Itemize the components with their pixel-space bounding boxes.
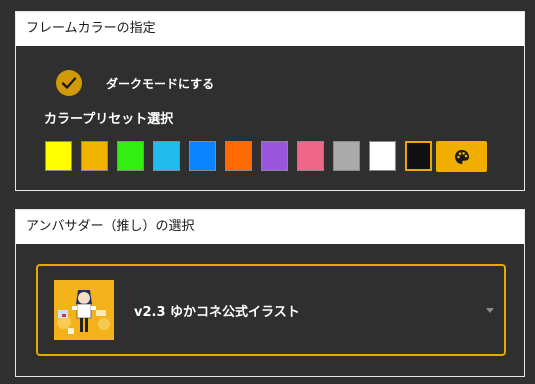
swatch-purple[interactable] <box>261 141 288 171</box>
checkmark-icon <box>61 77 77 89</box>
swatch-yellow[interactable] <box>45 141 72 171</box>
ambassador-header: アンバサダー（推し）の選択 <box>16 210 524 244</box>
frame-color-header: フレームカラーの指定 <box>16 12 524 46</box>
frame-color-panel: フレームカラーの指定 ダークモードにする カラープリセット選択 <box>15 11 525 191</box>
swatch-orange[interactable] <box>225 141 252 171</box>
swatch-amber[interactable] <box>81 141 108 171</box>
custom-color-button[interactable] <box>436 141 487 172</box>
ambassador-panel: アンバサダー（推し）の選択 v2.3 ゆかコネ公式イラスト <box>15 209 525 377</box>
dark-mode-checkbox[interactable] <box>56 70 82 96</box>
swatch-white[interactable] <box>369 141 396 171</box>
swatch-gray[interactable] <box>333 141 360 171</box>
swatch-sky-blue[interactable] <box>153 141 180 171</box>
chevron-down-icon <box>486 308 494 313</box>
dark-mode-toggle[interactable]: ダークモードにする <box>56 70 214 96</box>
ambassador-select[interactable]: v2.3 ゆかコネ公式イラスト <box>36 264 506 356</box>
palette-icon <box>454 149 469 164</box>
swatch-green[interactable] <box>117 141 144 171</box>
ambassador-selected-label: v2.3 ゆかコネ公式イラスト <box>134 305 300 320</box>
ambassador-thumbnail <box>54 280 114 340</box>
preset-title: カラープリセット選択 <box>44 112 174 127</box>
swatch-blue[interactable] <box>189 141 216 171</box>
swatch-pink[interactable] <box>297 141 324 171</box>
dark-mode-label: ダークモードにする <box>106 76 215 91</box>
swatch-black[interactable] <box>405 141 432 171</box>
